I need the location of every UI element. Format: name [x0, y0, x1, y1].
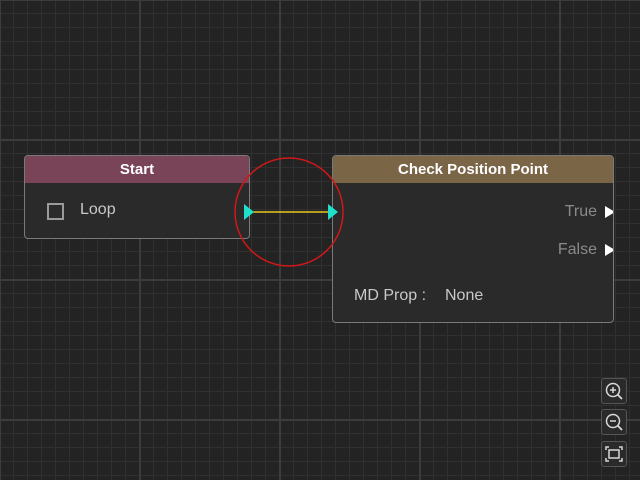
zoom-out-button[interactable]: [601, 409, 627, 435]
start-node[interactable]: Start Loop: [24, 155, 250, 239]
loop-checkbox[interactable]: [47, 203, 64, 220]
md-prop-value[interactable]: None: [445, 287, 483, 305]
zoom-in-button[interactable]: [601, 378, 627, 404]
false-output-port[interactable]: [605, 244, 613, 256]
check-position-point-title[interactable]: Check Position Point: [333, 156, 613, 183]
start-node-title[interactable]: Start: [25, 156, 249, 183]
fit-view-icon: [605, 446, 623, 462]
md-prop-label: MD Prop :: [354, 287, 427, 304]
true-output-port[interactable]: [605, 206, 613, 218]
false-output-label: False: [557, 241, 597, 258]
zoom-in-icon: [605, 382, 623, 400]
true-output-label: True: [564, 203, 597, 220]
loop-label: Loop: [80, 201, 116, 218]
fit-view-button[interactable]: [601, 441, 627, 467]
check-position-point-node[interactable]: Check Position Point True False MD Prop …: [332, 155, 614, 323]
zoom-out-icon: [605, 413, 623, 431]
highlight-circle: [234, 157, 344, 267]
